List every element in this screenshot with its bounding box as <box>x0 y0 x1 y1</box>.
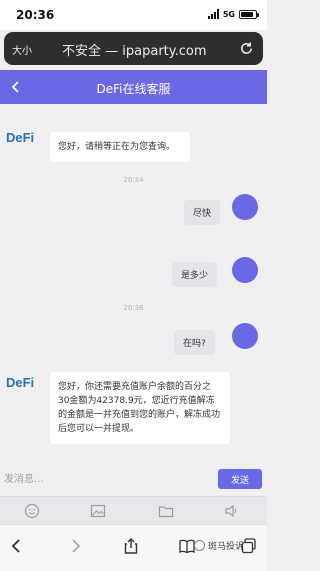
address-bar[interactable]: 大小 不安全 — ipaparty.com <box>4 32 263 65</box>
battery-icon <box>239 9 259 19</box>
voice-icon[interactable] <box>224 503 240 519</box>
timestamp: 20:34 <box>123 176 144 184</box>
url-text[interactable]: 不安全 — ipaparty.com <box>62 40 207 59</box>
watermark: 斑马投诉 <box>194 539 244 552</box>
composer: 发送 <box>0 466 267 492</box>
watermark-logo-icon <box>194 540 205 551</box>
user-avatar <box>232 323 258 349</box>
user-message: 在吗? <box>174 330 215 355</box>
user-avatar <box>232 257 258 283</box>
image-icon[interactable] <box>90 503 106 519</box>
share-icon[interactable] <box>122 537 140 555</box>
status-indicators: 5G <box>207 9 259 19</box>
tabs-icon[interactable] <box>240 537 258 555</box>
status-bar: 20:36 5G <box>0 0 267 30</box>
chat-title: DeFi在线客服 <box>96 82 171 96</box>
attachment-toolbar <box>0 496 267 524</box>
forward-icon[interactable] <box>66 537 84 555</box>
user-message: 是多少 <box>172 262 218 287</box>
status-time: 20:36 <box>16 8 55 22</box>
folder-icon[interactable] <box>158 503 174 519</box>
timestamp: 20:36 <box>123 304 144 312</box>
agent-avatar: DeFi <box>6 375 35 390</box>
watermark-text: 斑马投诉 <box>208 542 245 552</box>
send-button[interactable]: 发送 <box>218 469 262 489</box>
message-list[interactable]: DeFi 您好，请稍等正在为您查询。 20:34 尽快 是多少 20:36 在吗… <box>0 104 267 466</box>
agent-message: 您好，请稍等正在为您查询。 <box>50 132 190 162</box>
emoji-icon[interactable] <box>24 503 40 519</box>
text-size-button[interactable]: 大小 <box>12 42 32 57</box>
agent-avatar: DeFi <box>6 130 35 145</box>
signal-icon <box>207 9 219 19</box>
reload-icon[interactable] <box>239 41 254 56</box>
chat-header: DeFi在线客服 <box>0 70 267 104</box>
user-message: 尽快 <box>184 200 221 225</box>
user-avatar <box>232 194 258 220</box>
back-icon[interactable] <box>8 537 26 555</box>
network-type: 5G <box>222 9 235 19</box>
message-input[interactable] <box>4 470 204 488</box>
battery-level <box>241 11 253 17</box>
agent-message: 您好，你还需要充值账户余额的百分之30金额为42378.9元，您近行充值解冻的金… <box>50 372 230 444</box>
browser-toolbar: 斑马投诉 <box>0 524 267 571</box>
